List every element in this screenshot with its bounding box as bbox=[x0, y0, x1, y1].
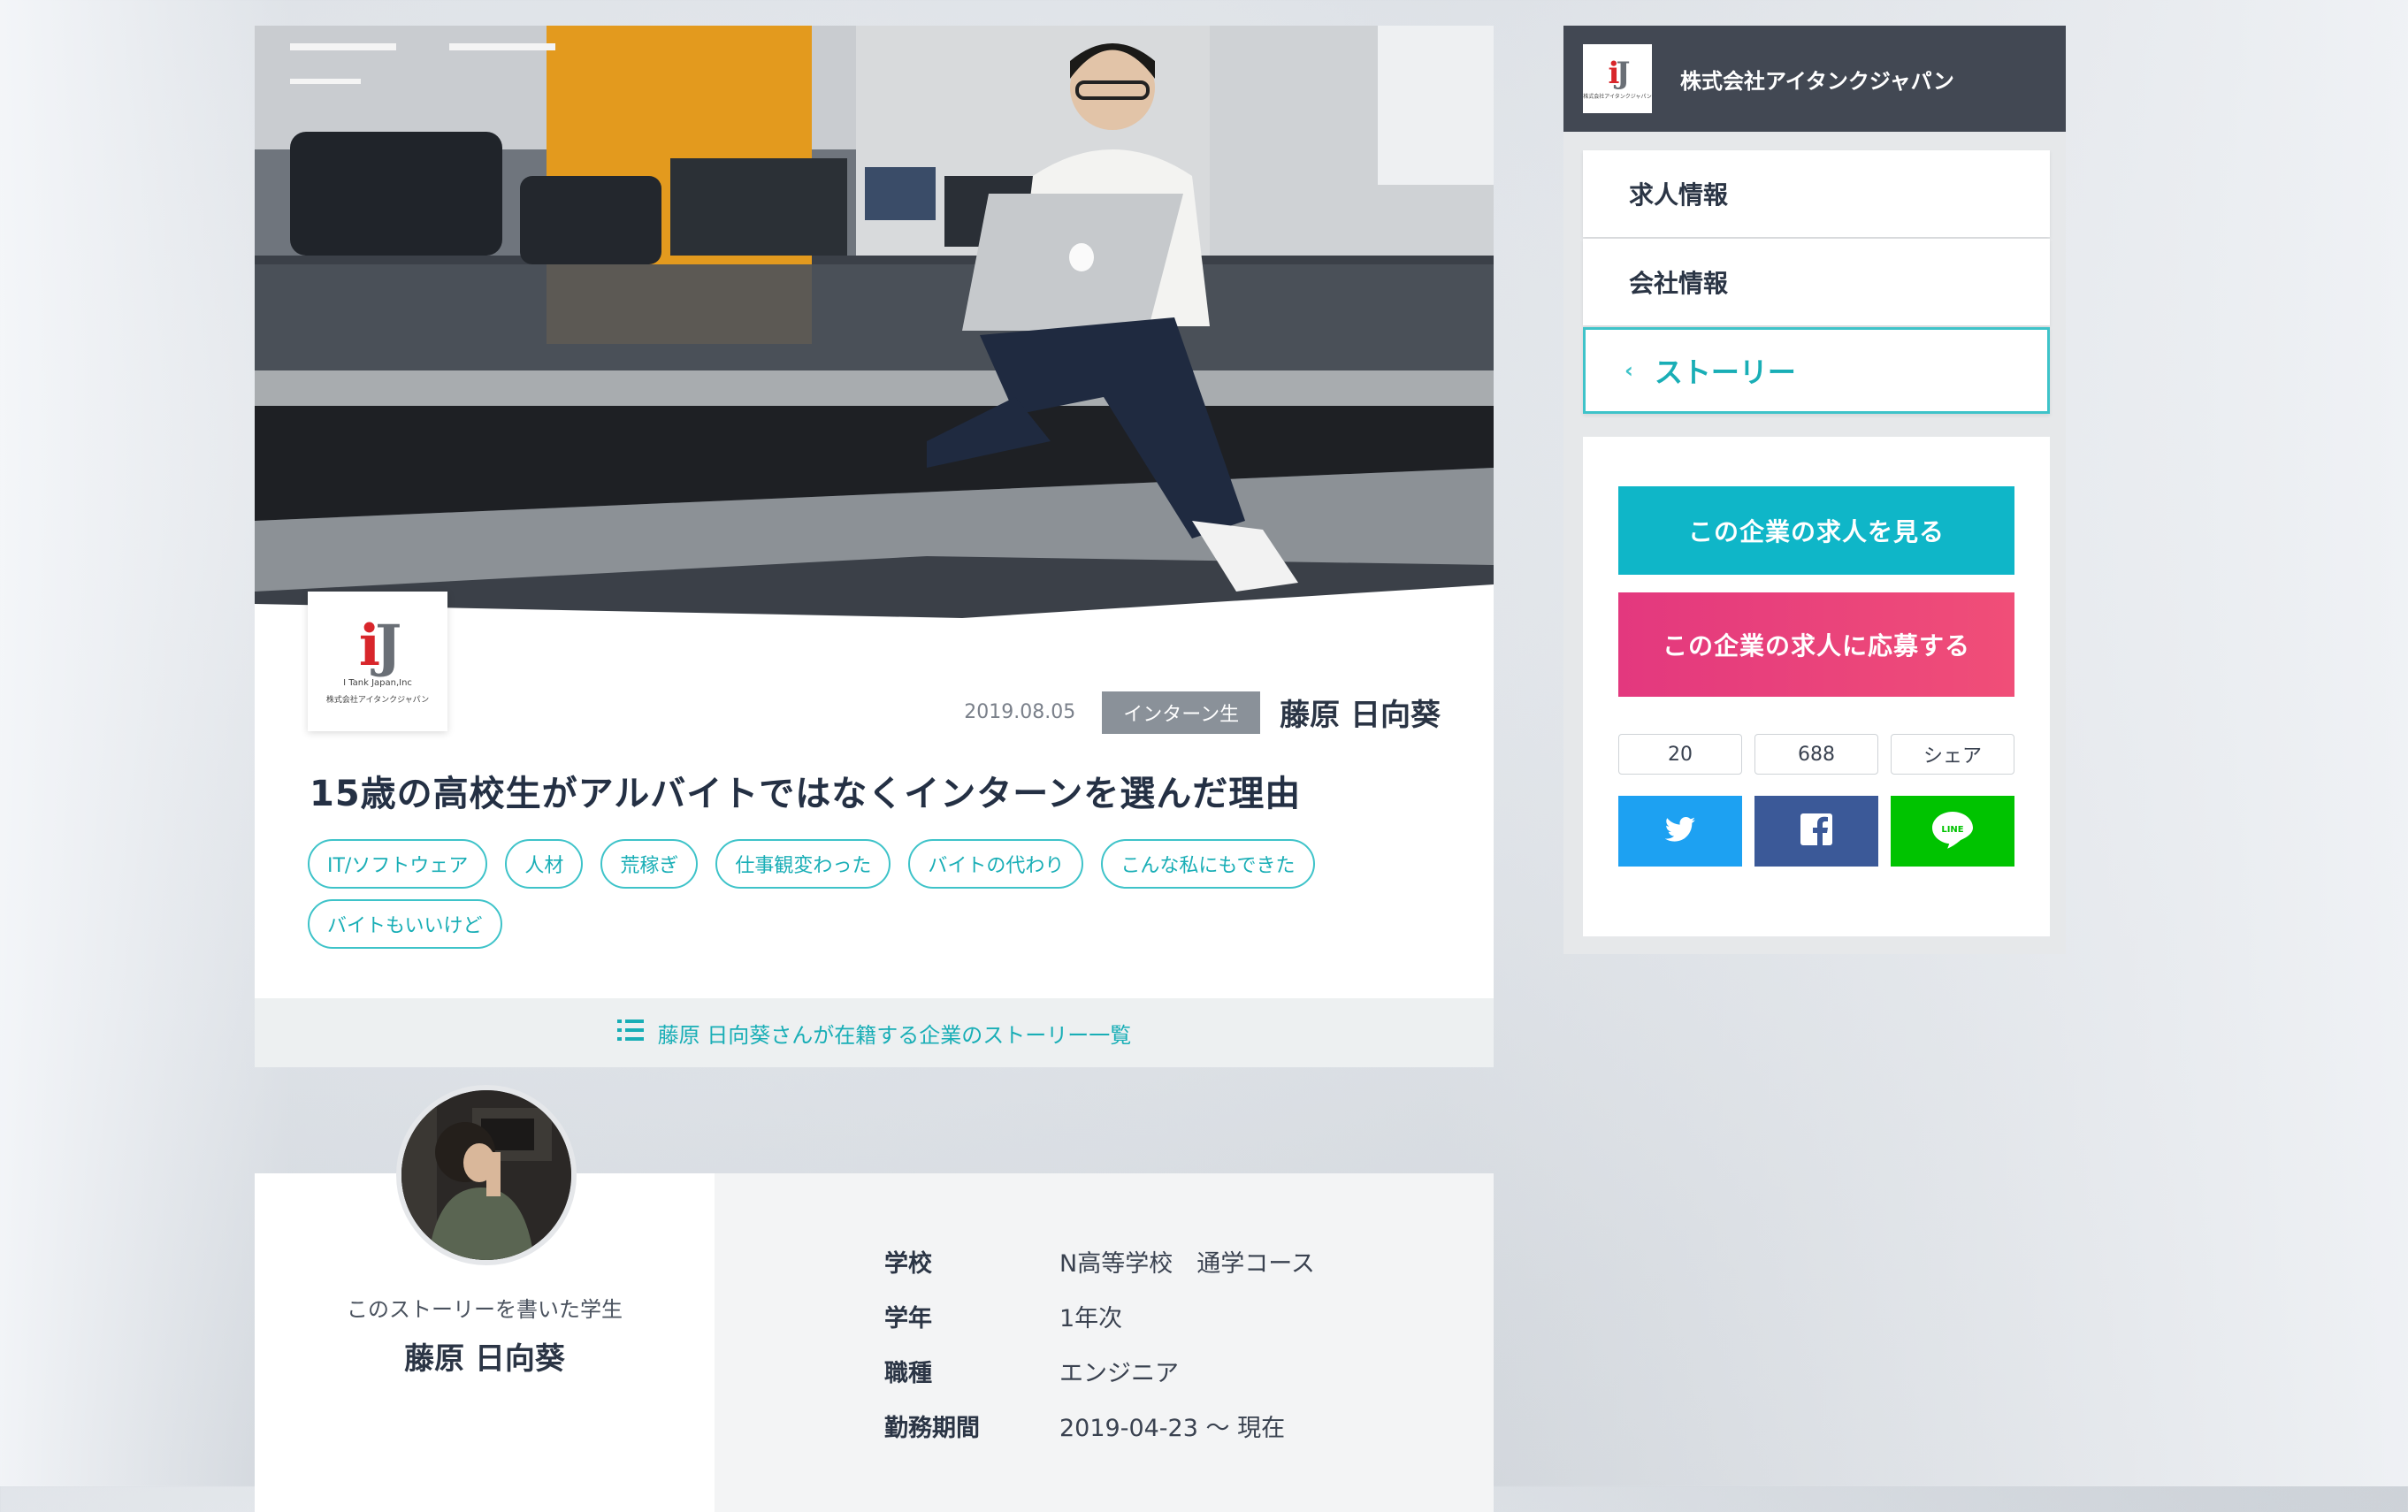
share-buttons: LINE bbox=[1618, 796, 2014, 867]
author-info-table: 学校 N高等学校 通学コース 学年 1年次 職種 エンジニア 勤務期間 2019… bbox=[884, 1244, 1315, 1463]
tag-jinzai[interactable]: 人材 bbox=[505, 839, 584, 889]
sidebar-company-logo: iJ 株式会社アイタンクジャパン bbox=[1583, 44, 1652, 113]
company-logo-jp: 株式会社アイタンクジャパン bbox=[325, 696, 430, 705]
info-label: 勤務期間 bbox=[884, 1415, 980, 1442]
sidebar-item-label: ストーリー bbox=[1654, 355, 1796, 389]
sidebar-actions: この企業の求人を見る この企業の求人に応募する 20 688 シェア LINE bbox=[1583, 437, 2050, 936]
company-logo-en: I Tank Japan,Inc bbox=[343, 678, 412, 688]
company-logo[interactable]: iJ I Tank Japan,Inc 株式会社アイタンクジャパン bbox=[308, 592, 447, 731]
view-jobs-button[interactable]: この企業の求人を見る bbox=[1618, 486, 2014, 575]
sidebar-item-stories[interactable]: ‹ ストーリー bbox=[1583, 327, 2050, 414]
article-meta: 2019.08.05 インターン生 藤原 日向葵 bbox=[964, 691, 1441, 734]
sidebar-logo-mark: iJ bbox=[1608, 55, 1630, 91]
info-value: エンジニア bbox=[1059, 1360, 1179, 1387]
info-label: 学校 bbox=[884, 1250, 932, 1278]
info-label: 職種 bbox=[884, 1360, 932, 1387]
sidebar-item-label: 会社情報 bbox=[1629, 269, 1729, 298]
sidebar-company-name: 株式会社アイタンクジャパン bbox=[1680, 68, 1954, 94]
facebook-count: 688 bbox=[1754, 734, 1878, 775]
company-logo-mark: iJ bbox=[358, 613, 402, 679]
hero-photo bbox=[255, 26, 1494, 627]
sidebar-company-header[interactable]: iJ 株式会社アイタンクジャパン 株式会社アイタンクジャパン bbox=[1563, 26, 2066, 132]
twitter-share-button[interactable] bbox=[1618, 796, 1742, 867]
facebook-share-button[interactable] bbox=[1754, 796, 1878, 867]
info-label: 学年 bbox=[884, 1305, 932, 1333]
twitter-icon bbox=[1664, 817, 1695, 845]
info-row-job-type: 職種 エンジニア bbox=[884, 1354, 1315, 1409]
tag-baito-kawari[interactable]: バイトの代わり bbox=[908, 839, 1084, 889]
tag-shigotokan[interactable]: 仕事観変わった bbox=[715, 839, 891, 889]
line-icon: LINE bbox=[1931, 810, 1974, 852]
tag-baito-iikedo[interactable]: バイトもいいけど bbox=[308, 899, 502, 949]
tag-konna-watashi[interactable]: こんな私にもできた bbox=[1101, 839, 1315, 889]
line-share-button[interactable]: LINE bbox=[1891, 796, 2014, 867]
line-icon-text: LINE bbox=[1941, 825, 1963, 835]
info-value: 1年次 bbox=[1059, 1305, 1123, 1333]
tag-arakasegi[interactable]: 荒稼ぎ bbox=[600, 839, 699, 889]
share-label: シェア bbox=[1891, 734, 2014, 775]
story-list-link-text: 藤原 日向葵さんが在籍する企業のストーリー一覧 bbox=[657, 1022, 1132, 1048]
facebook-icon bbox=[1800, 813, 1832, 849]
tag-list: IT/ソフトウェア 人材 荒稼ぎ 仕事観変わった バイトの代わり こんな私にもできた バイ… bbox=[308, 839, 1440, 959]
share-counts: 20 688 シェア bbox=[1618, 734, 2014, 775]
info-row-period: 勤務期間 2019-04-23 〜 現在 bbox=[884, 1409, 1315, 1463]
author-name: 藤原 日向葵 bbox=[404, 1341, 565, 1377]
chevron-left-icon: ‹ bbox=[1624, 358, 1633, 383]
article-author[interactable]: 藤原 日向葵 bbox=[1280, 691, 1441, 734]
sidebar-item-company[interactable]: 会社情報 bbox=[1583, 239, 2050, 325]
twitter-count: 20 bbox=[1618, 734, 1742, 775]
author-caption: このストーリーを書いた学生 bbox=[347, 1297, 623, 1322]
sidebar-item-jobs[interactable]: 求人情報 bbox=[1583, 150, 2050, 237]
info-row-school: 学校 N高等学校 通学コース bbox=[884, 1244, 1315, 1299]
info-row-grade: 学年 1年次 bbox=[884, 1299, 1315, 1354]
info-value: 2019-04-23 〜 現在 bbox=[1059, 1415, 1286, 1442]
role-badge: インターン生 bbox=[1102, 691, 1261, 734]
article-title: 15歳の高校生がアルバイトではなくインターンを選んだ理由 bbox=[310, 774, 1302, 814]
article-date: 2019.08.05 bbox=[964, 701, 1076, 723]
sidebar-logo-jp: 株式会社アイタンクジャパン bbox=[1583, 93, 1652, 100]
story-list-link[interactable]: 藤原 日向葵さんが在籍する企業のストーリー一覧 bbox=[255, 998, 1494, 1067]
list-icon bbox=[616, 1019, 644, 1047]
tag-it-software[interactable]: IT/ソフトウェア bbox=[308, 839, 488, 889]
info-value: N高等学校 通学コース bbox=[1059, 1250, 1315, 1278]
sidebar-item-label: 求人情報 bbox=[1629, 180, 1729, 210]
apply-jobs-button[interactable]: この企業の求人に応募する bbox=[1618, 592, 2014, 697]
author-avatar bbox=[396, 1085, 577, 1265]
